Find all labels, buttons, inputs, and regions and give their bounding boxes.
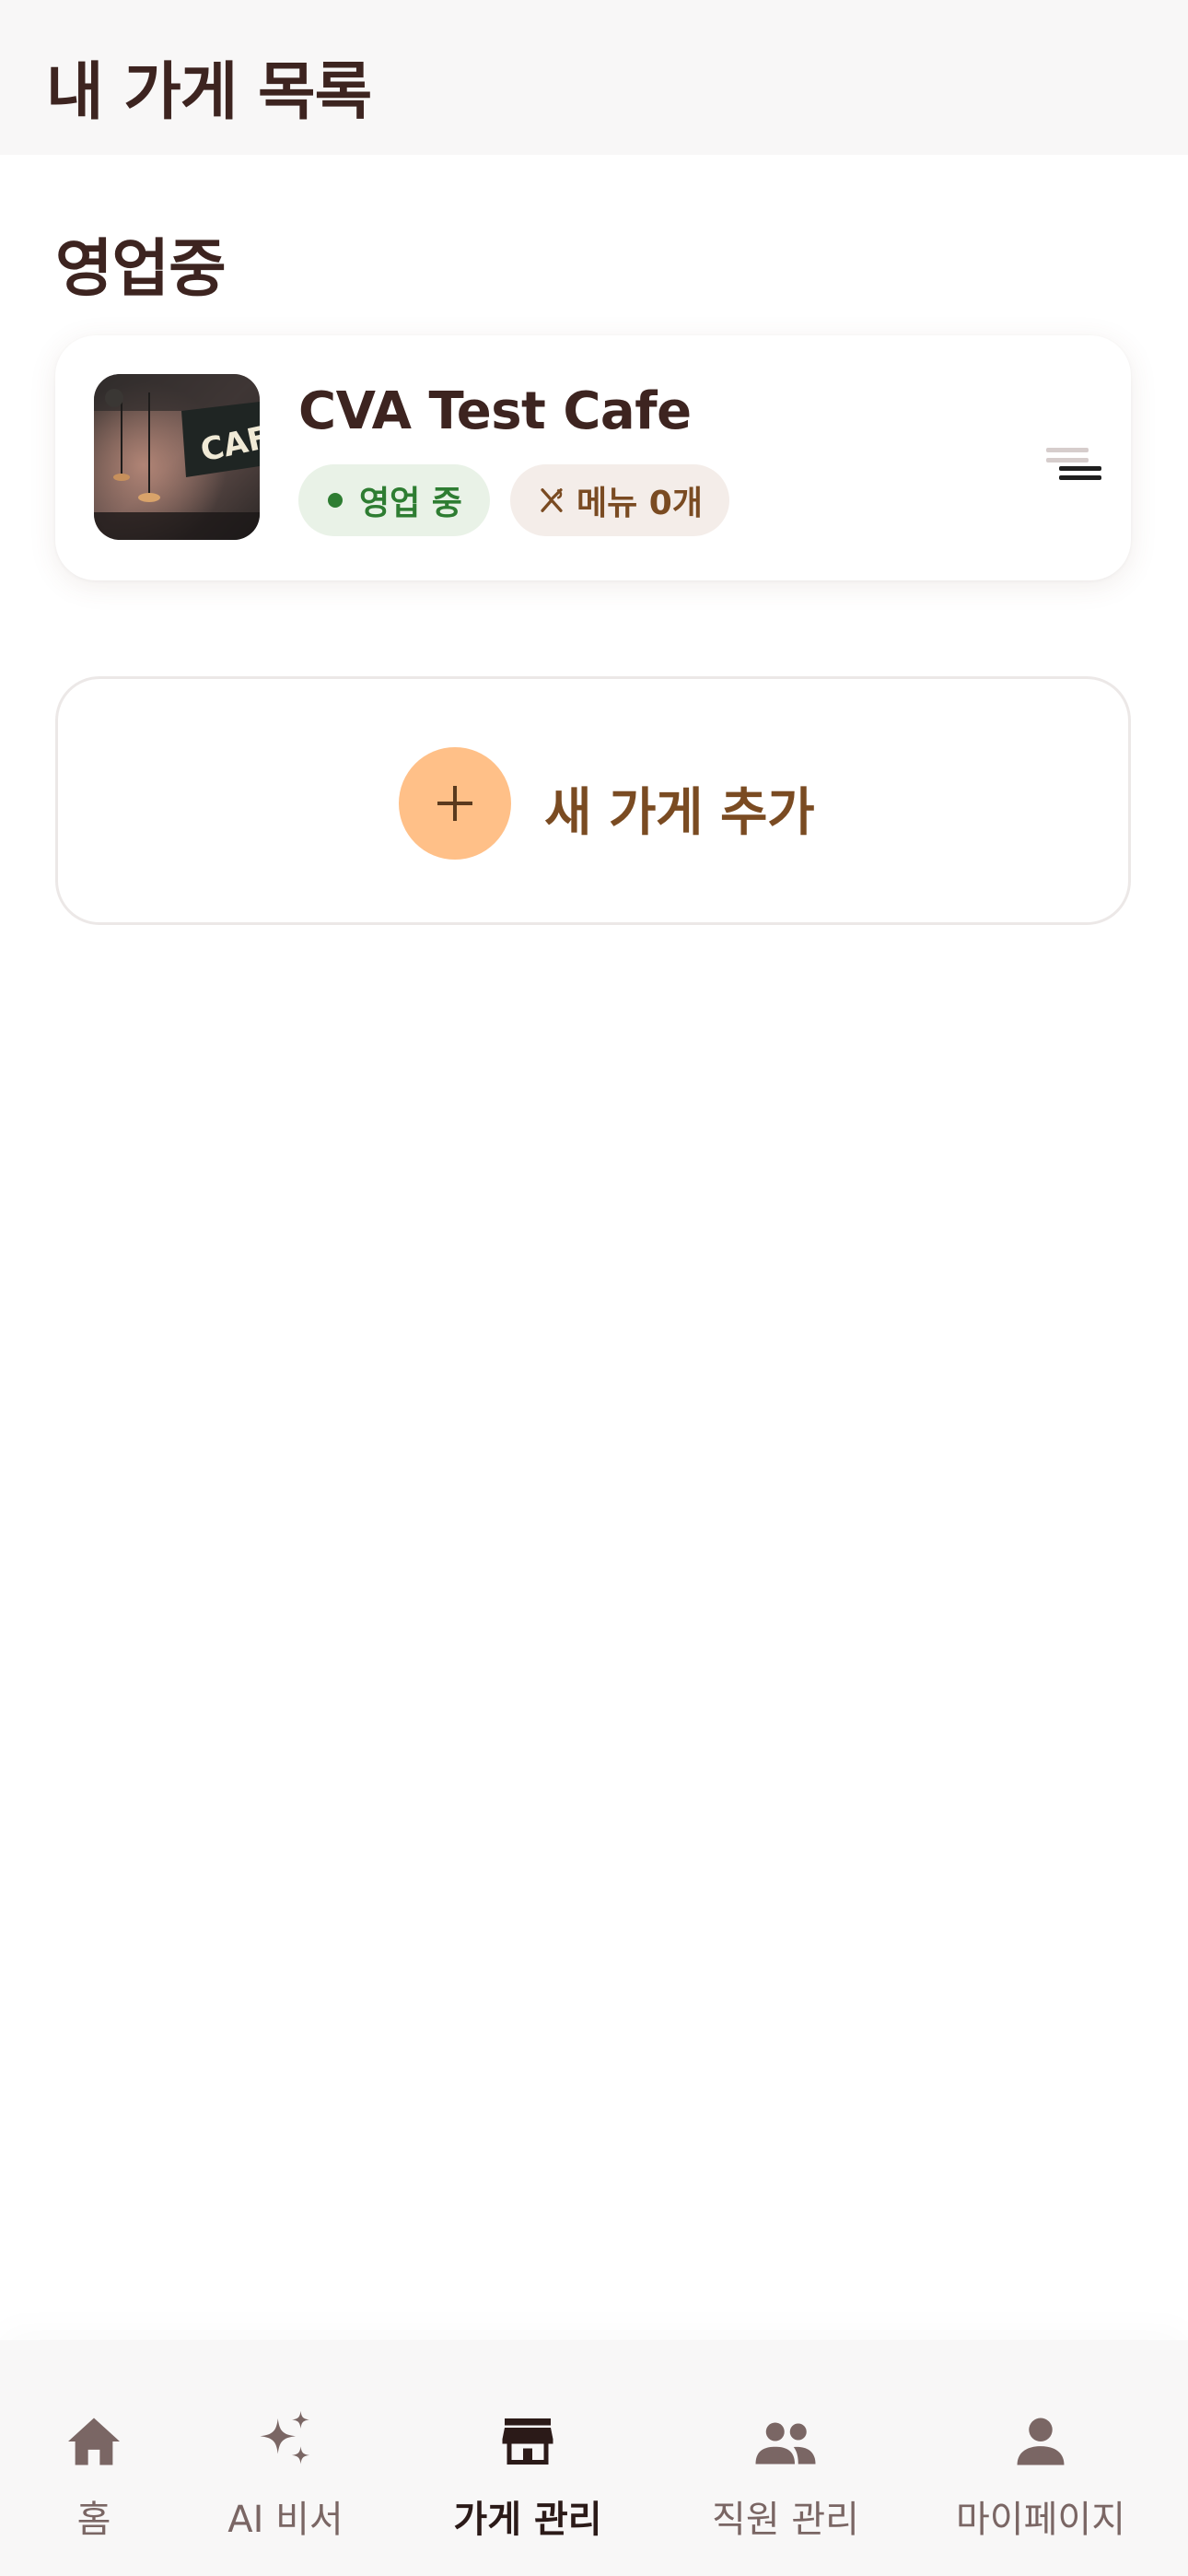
page-title: 내 가게 목록 (46, 56, 372, 129)
plus-icon (399, 747, 511, 860)
add-store-button[interactable]: 새 가게 추가 (55, 676, 1131, 925)
nav-label-store-management: 가게 관리 (453, 2499, 602, 2541)
status-badge-label: 영업 중 (359, 485, 462, 522)
nav-label-home: 홈 (76, 2499, 111, 2541)
menu-count-label: 메뉴 0개 (577, 485, 703, 522)
add-store-label: 새 가게 추가 (544, 783, 815, 843)
nav-label-staff-management: 직원 관리 (712, 2499, 859, 2541)
store-thumbnail: CAFE (94, 374, 260, 540)
store-card[interactable]: CAFE CVA Test Cafe 영업 중 메뉴 0개 (55, 335, 1131, 580)
nav-item-ai-assistant[interactable]: AI 비서 (212, 2340, 359, 2576)
nav-item-my-page[interactable]: 마이페이지 (949, 2340, 1133, 2576)
store-icon (502, 2418, 553, 2465)
utensils-icon (541, 488, 563, 512)
people-icon (755, 2422, 816, 2465)
nav-label-my-page: 마이페이지 (956, 2499, 1125, 2541)
nav-item-staff-management[interactable]: 직원 관리 (707, 2340, 864, 2576)
nav-label-ai-assistant: AI 비서 (227, 2499, 344, 2541)
store-name: CVA Test Cafe (298, 381, 692, 441)
menu-count-badge: 메뉴 0개 (510, 464, 729, 536)
nav-item-store-management[interactable]: 가게 관리 (412, 2340, 644, 2576)
home-icon (68, 2418, 120, 2465)
section-title-open: 영업중 (55, 233, 227, 306)
status-badge: 영업 중 (298, 464, 490, 536)
person-icon (1017, 2418, 1065, 2465)
nav-item-home[interactable]: 홈 (29, 2340, 158, 2576)
sparkle-icon (260, 2410, 310, 2465)
status-dot-icon (328, 493, 343, 508)
drag-handle-icon[interactable] (1046, 444, 1101, 488)
app-screen: 내 가게 목록 영업중 CAFE CVA Test Cafe 영업 중 메뉴 0… (0, 0, 1188, 2576)
top-app-bar: 내 가게 목록 (0, 0, 1188, 155)
bottom-navigation: 홈 AI 비서 가게 관리 직원 관리 마이페이지 (0, 2340, 1188, 2576)
